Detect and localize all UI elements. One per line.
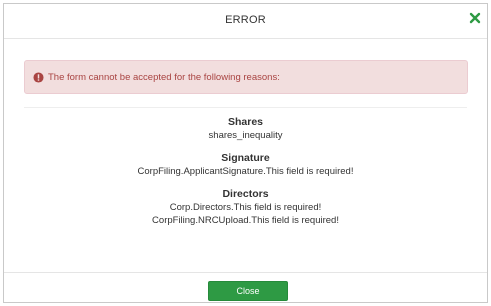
error-section-signature: Signature CorpFiling.ApplicantSignature.…	[4, 152, 487, 178]
close-x-icon[interactable]	[469, 12, 481, 24]
section-title: Signature	[221, 152, 270, 164]
error-message: CorpFiling.ApplicantSignature.This field…	[137, 166, 354, 177]
dialog-header: ERROR	[4, 4, 487, 39]
error-section-directors: Directors Corp.Directors.This field is r…	[4, 188, 487, 227]
error-message: shares_inequality	[208, 130, 283, 141]
alert-message: The form cannot be accepted for the foll…	[48, 72, 280, 83]
error-dialog: ERROR The form cannot be accepted for th…	[3, 3, 488, 303]
divider	[24, 107, 467, 108]
section-title: Directors	[222, 188, 269, 200]
error-section-shares: Shares shares_inequality	[4, 116, 487, 142]
close-button[interactable]: Close	[208, 281, 288, 301]
error-message: CorpFiling.NRCUpload.This field is requi…	[152, 215, 339, 226]
error-list: Shares shares_inequality Signature CorpF…	[4, 116, 487, 237]
dialog-footer: Close	[4, 272, 487, 302]
dialog-title: ERROR	[225, 14, 266, 26]
error-message: Corp.Directors.This field is required!	[169, 202, 322, 213]
section-title: Shares	[227, 116, 264, 128]
error-alert: The form cannot be accepted for the foll…	[24, 60, 468, 94]
exclamation-circle-icon	[33, 72, 44, 83]
